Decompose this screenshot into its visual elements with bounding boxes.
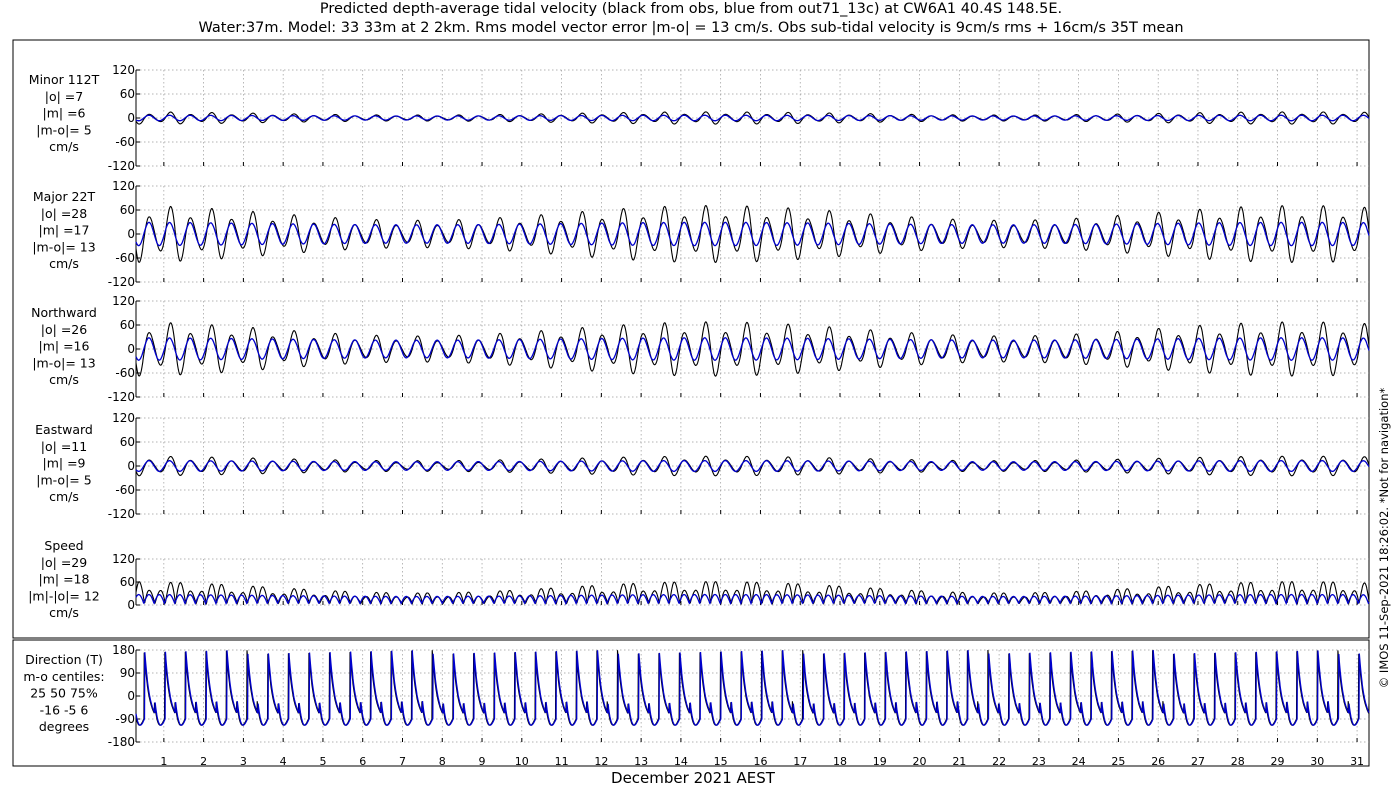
- panel-label-line: |m-o|= 5: [36, 472, 91, 487]
- y-tick-label: 0: [127, 598, 135, 612]
- panel-label-line: |o| =11: [41, 439, 87, 454]
- x-tick-label: 8: [439, 755, 446, 768]
- x-tick-label: 5: [319, 755, 326, 768]
- panel-label-line: cm/s: [49, 372, 79, 387]
- y-tick-label: 120: [112, 179, 135, 193]
- panel-label-line: Speed: [44, 538, 83, 553]
- y-tick-label: 60: [120, 435, 135, 449]
- x-axis-label: December 2021 AEST: [611, 769, 776, 787]
- panel-label-line: |m| =17: [39, 223, 90, 238]
- panel-label-line: |m-o|= 5: [36, 122, 91, 137]
- y-tick-label: -120: [108, 275, 135, 289]
- x-tick-label: 17: [793, 755, 807, 768]
- y-tick-label: 60: [120, 318, 135, 332]
- y-tick-label: 90: [120, 666, 135, 680]
- x-tick-label: 28: [1231, 755, 1245, 768]
- panel-label-line: cm/s: [49, 605, 79, 620]
- x-tick-label: 31: [1350, 755, 1364, 768]
- x-tick-label: 21: [952, 755, 966, 768]
- x-tick-label: 1: [160, 755, 167, 768]
- x-tick-label: 24: [1072, 755, 1086, 768]
- credit-text: © IMOS 11-Sep-2021 18:26:02. *Not for na…: [1377, 388, 1391, 689]
- panel-label-line: |o| =28: [41, 206, 87, 221]
- y-tick-label: 60: [120, 203, 135, 217]
- y-tick-label: 0: [127, 342, 135, 356]
- x-tick-label: 9: [479, 755, 486, 768]
- x-tick-label: 7: [399, 755, 406, 768]
- x-tick-label: 11: [555, 755, 569, 768]
- y-tick-label: 0: [127, 227, 135, 241]
- figure-title-line-2: Water:37m. Model: 33 33m at 2 2km. Rms m…: [198, 20, 1183, 36]
- x-tick-label: 6: [359, 755, 366, 768]
- x-tick-label: 12: [594, 755, 608, 768]
- x-tick-label: 13: [634, 755, 648, 768]
- y-tick-label: 60: [120, 87, 135, 101]
- panel-label-line: |m| =16: [39, 339, 90, 354]
- x-tick-label: 18: [833, 755, 847, 768]
- panel-label-line: |o| =26: [41, 322, 87, 337]
- panel-label-line: m-o centiles:: [23, 669, 104, 684]
- y-tick-label: -60: [115, 366, 135, 380]
- x-tick-label: 10: [515, 755, 529, 768]
- y-tick-label: -180: [108, 735, 135, 749]
- panel-label-line: |m-o|= 13: [32, 355, 95, 370]
- y-tick-label: 120: [112, 552, 135, 566]
- y-tick-label: -90: [115, 712, 135, 726]
- panel-label-line: Northward: [31, 305, 97, 320]
- panel-label-line: Eastward: [35, 422, 93, 437]
- tidal-velocity-figure: Predicted depth-average tidal velocity (…: [0, 0, 1400, 800]
- panel-label-line: |o| =29: [41, 555, 87, 570]
- x-tick-label: 20: [913, 755, 927, 768]
- panel-label-line: cm/s: [49, 139, 79, 154]
- x-tick-label: 4: [280, 755, 287, 768]
- x-tick-label: 19: [873, 755, 887, 768]
- x-tick-label: 29: [1271, 755, 1285, 768]
- y-tick-label: -120: [108, 159, 135, 173]
- x-tick-label: 30: [1310, 755, 1324, 768]
- x-tick-label: 16: [753, 755, 767, 768]
- figure-title-line-1: Predicted depth-average tidal velocity (…: [320, 1, 1062, 17]
- y-tick-label: 120: [112, 411, 135, 425]
- y-tick-label: 0: [127, 459, 135, 473]
- y-tick-label: -120: [108, 507, 135, 521]
- panel-label-line: cm/s: [49, 256, 79, 271]
- y-tick-label: 60: [120, 575, 135, 589]
- panel-label-line: cm/s: [49, 489, 79, 504]
- panel-label-line: |m| =6: [43, 106, 86, 121]
- panel-label-line: 25 50 75%: [30, 686, 98, 701]
- y-tick-label: 120: [112, 63, 135, 77]
- panel-label-line: |m| =9: [43, 456, 86, 471]
- x-tick-label: 3: [240, 755, 247, 768]
- panel-label-line: |o| =7: [45, 89, 83, 104]
- panel-label-line: |m| =18: [39, 572, 90, 587]
- panel-label-line: Direction (T): [25, 652, 103, 667]
- y-tick-label: 180: [112, 643, 135, 657]
- x-tick-label: 27: [1191, 755, 1205, 768]
- panel-label-line: Minor 112T: [29, 72, 100, 87]
- x-tick-label: 26: [1151, 755, 1165, 768]
- y-tick-label: 0: [127, 689, 135, 703]
- y-tick-label: 0: [127, 111, 135, 125]
- y-tick-label: -120: [108, 390, 135, 404]
- y-tick-label: 120: [112, 294, 135, 308]
- x-tick-label: 2: [200, 755, 207, 768]
- panel-label-line: |m-o|= 13: [32, 239, 95, 254]
- panel-label-line: degrees: [39, 719, 89, 734]
- x-tick-label: 15: [714, 755, 728, 768]
- x-tick-label: 14: [674, 755, 688, 768]
- y-tick-label: -60: [115, 135, 135, 149]
- panel-label-line: |m|-|o|= 12: [28, 588, 100, 603]
- y-tick-label: -60: [115, 251, 135, 265]
- panel-label-line: -16 -5 6: [40, 702, 89, 717]
- panel-label-line: Major 22T: [33, 189, 96, 204]
- x-tick-label: 25: [1111, 755, 1125, 768]
- y-tick-label: -60: [115, 483, 135, 497]
- x-tick-label: 22: [992, 755, 1006, 768]
- x-tick-label: 23: [1032, 755, 1046, 768]
